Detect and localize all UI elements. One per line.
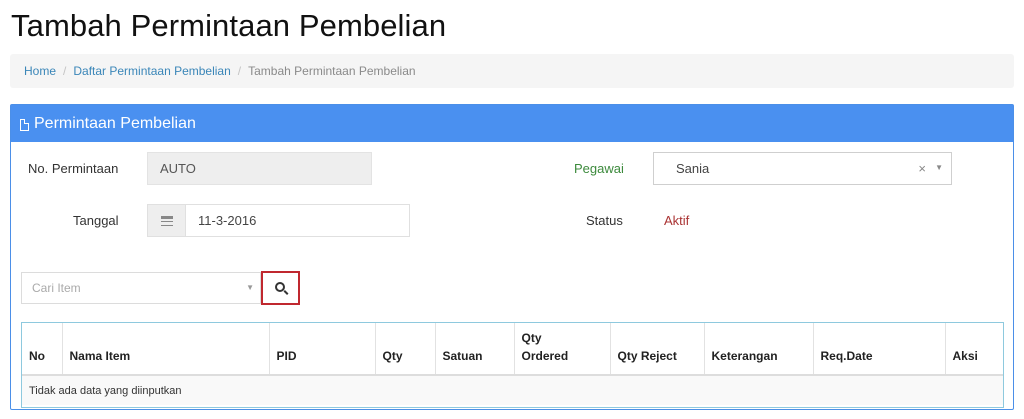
panel-title: Permintaan Pembelian: [34, 114, 196, 132]
no-permintaan-label: No. Permintaan: [28, 161, 119, 176]
pegawai-select[interactable]: Sania × ▼: [653, 152, 952, 185]
calendar-button[interactable]: [148, 205, 186, 236]
breadcrumb: Home / Daftar Permintaan Pembelian / Tam…: [10, 54, 1014, 88]
panel-heading: Permintaan Pembelian: [11, 105, 1013, 142]
cari-item-placeholder: Cari Item: [32, 281, 81, 295]
cari-item-select[interactable]: Cari Item ▼: [21, 272, 261, 304]
breadcrumb-daftar-permintaan[interactable]: Daftar Permintaan Pembelian: [73, 64, 230, 78]
chevron-down-icon[interactable]: ▼: [246, 283, 254, 292]
search-button[interactable]: [261, 271, 300, 305]
chevron-down-icon[interactable]: ▼: [935, 163, 943, 172]
calendar-icon: [160, 215, 173, 226]
page-title: Tambah Permintaan Pembelian: [11, 8, 447, 43]
column-header-satuan: Satuan: [435, 323, 515, 376]
column-header-qty: Qty: [375, 323, 436, 376]
empty-table-message: Tidak ada data yang diinputkan: [22, 375, 1003, 405]
breadcrumb-separator: /: [63, 64, 67, 78]
no-permintaan-field: AUTO: [147, 152, 372, 185]
column-header-qty-reject: Qty Reject: [610, 323, 705, 376]
column-header-keterangan: Keterangan: [704, 323, 814, 376]
tanggal-label: Tanggal: [73, 213, 119, 228]
table-header-row: No Nama Item PID Qty Satuan Qty Ordered …: [22, 323, 1003, 376]
table-row: Tidak ada data yang diinputkan: [22, 375, 1003, 405]
column-header-aksi: Aksi: [945, 323, 1003, 376]
column-header-qty-ordered: Qty Ordered: [514, 323, 611, 376]
column-header-nama-item: Nama Item: [62, 323, 270, 376]
breadcrumb-home[interactable]: Home: [24, 64, 56, 78]
column-header-no: No: [22, 323, 63, 376]
status-value: Aktif: [664, 213, 690, 228]
clear-icon[interactable]: ×: [918, 161, 926, 176]
tanggal-value[interactable]: 11-3-2016: [186, 205, 409, 236]
pegawai-selected-value: Sania: [676, 161, 710, 176]
breadcrumb-current: Tambah Permintaan Pembelian: [248, 64, 416, 78]
status-label: Status: [586, 213, 623, 228]
search-icon: [274, 282, 285, 292]
breadcrumb-separator: /: [237, 64, 242, 78]
tanggal-date-input[interactable]: 11-3-2016: [147, 204, 410, 237]
pegawai-label: Pegawai: [574, 161, 624, 176]
items-table: No Nama Item PID Qty Satuan Qty Ordered …: [21, 322, 1004, 408]
column-header-pid: PID: [269, 323, 376, 376]
document-icon: [20, 118, 29, 131]
permintaan-panel: Permintaan Pembelian No. Permintaan AUTO…: [10, 104, 1014, 410]
column-header-req-date: Req.Date: [813, 323, 946, 376]
